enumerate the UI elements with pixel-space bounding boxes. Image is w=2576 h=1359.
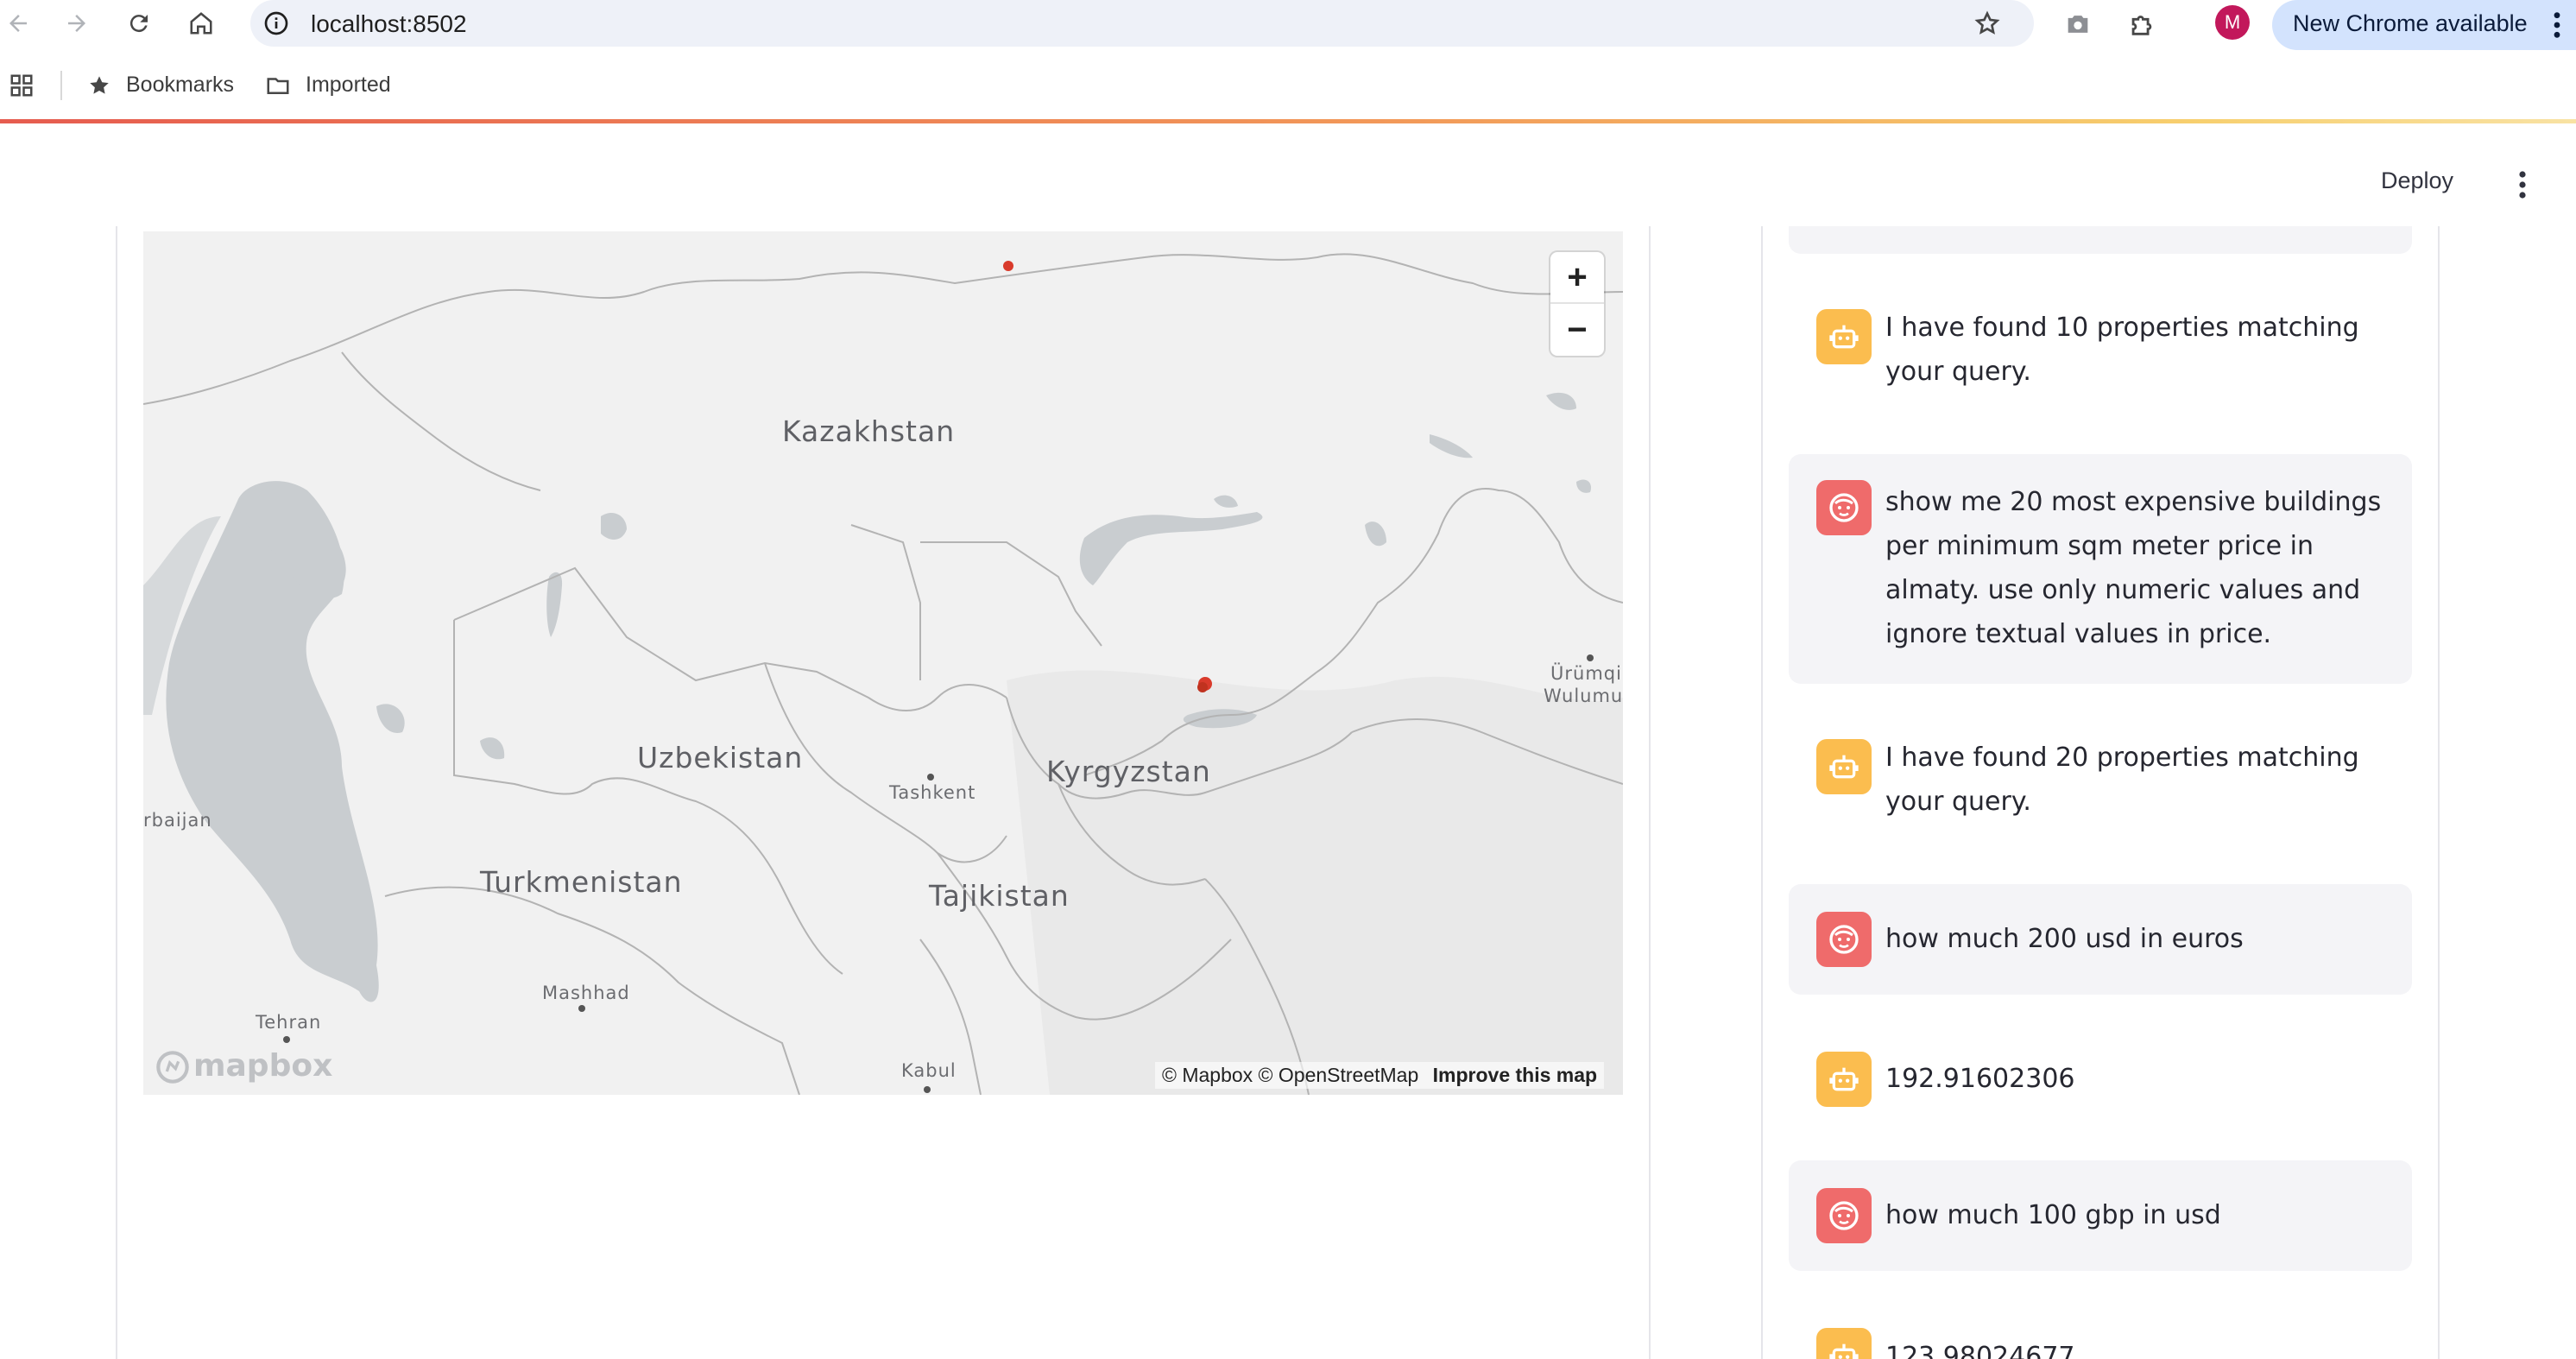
mapbox-logo[interactable]: mapbox xyxy=(155,1048,332,1084)
map-label-uzbekistan: Uzbekistan xyxy=(637,741,804,774)
deploy-button[interactable]: Deploy xyxy=(2381,168,2453,194)
city-dot xyxy=(924,1086,931,1093)
browser-toolbar: localhost:8502 M New Chrome available xyxy=(0,0,2576,50)
bot-avatar xyxy=(1816,309,1872,364)
mapbox-logo-text: mapbox xyxy=(193,1048,333,1084)
message-text: how much 100 gbp in usd xyxy=(1885,1200,2221,1230)
profile-avatar[interactable]: M xyxy=(2215,5,2250,40)
star-icon xyxy=(90,76,109,94)
bookmark-item-bookmarks[interactable]: Bookmarks xyxy=(86,66,242,105)
extensions-icon[interactable] xyxy=(2127,9,2156,39)
map-zoom-controls: + − xyxy=(1550,252,1604,356)
message-text: 192.91602306 xyxy=(1885,1064,2075,1094)
forward-button[interactable] xyxy=(60,7,93,40)
chat-message-partial xyxy=(1789,226,2412,254)
user-avatar xyxy=(1816,1188,1872,1243)
bookmark-item-imported[interactable]: Imported xyxy=(264,66,411,105)
bookmarks-bar: Bookmarks Imported xyxy=(0,66,2576,105)
bot-avatar xyxy=(1816,1052,1872,1107)
map-label-kazakhstan: Kazakhstan xyxy=(782,414,956,448)
new-chrome-available-chip[interactable]: New Chrome available xyxy=(2272,0,2576,50)
face-icon xyxy=(1829,925,1859,954)
robot-icon xyxy=(1829,325,1859,349)
message-text: how much 200 usd in euros xyxy=(1885,924,2244,954)
map-label-urumqi: Ürümqi, xyxy=(1550,663,1623,684)
map-label-turkmenistan: Turkmenistan xyxy=(480,865,683,899)
mapbox-logo-icon xyxy=(156,1051,189,1084)
property-marker[interactable] xyxy=(1003,261,1013,271)
user-avatar xyxy=(1816,912,1872,967)
arrow-left-icon xyxy=(9,15,27,32)
robot-icon xyxy=(1829,1067,1859,1091)
bot-avatar xyxy=(1816,739,1872,794)
city-dot xyxy=(1587,654,1594,661)
apps-grid-icon[interactable] xyxy=(9,73,35,98)
chat-message-assistant: I have found 20 properties matching your… xyxy=(1789,727,2412,834)
user-avatar xyxy=(1816,480,1872,535)
attribution-text[interactable]: © Mapbox © OpenStreetMap xyxy=(1162,1064,1418,1086)
address-bar[interactable]: localhost:8502 xyxy=(250,0,2034,47)
main-menu-icon[interactable] xyxy=(2512,169,2533,200)
arrow-right-icon xyxy=(68,15,85,32)
map-attribution: © Mapbox © OpenStreetMap Improve this ma… xyxy=(1155,1062,1605,1089)
map-label-tashkent: Tashkent xyxy=(889,782,976,803)
improve-map-link[interactable]: Improve this map xyxy=(1433,1064,1597,1086)
map-label-kabul: Kabul xyxy=(901,1060,957,1081)
face-icon xyxy=(1829,493,1859,522)
folder-icon xyxy=(267,78,289,94)
map-base-layer xyxy=(143,231,1623,1095)
chat-message-assistant: 123.98024677 xyxy=(1789,1324,2412,1359)
zoom-out-button[interactable]: − xyxy=(1550,304,1604,356)
home-icon xyxy=(190,12,212,35)
reload-button[interactable] xyxy=(123,7,155,40)
map-label-tajikistan: Tajikistan xyxy=(929,879,1070,913)
map-label-kyrgyzstan: Kyrgyzstan xyxy=(1046,755,1211,788)
property-marker[interactable] xyxy=(1197,682,1208,692)
chat-message-user: show me 20 most expensive buildings per … xyxy=(1789,454,2412,684)
message-text: I have found 20 properties matching your… xyxy=(1885,743,2359,817)
map-label-mashhad: Mashhad xyxy=(542,983,630,1003)
map-label-tehran: Tehran xyxy=(256,1012,322,1033)
message-text: 123.98024677 xyxy=(1885,1342,2075,1359)
url-text[interactable]: localhost:8502 xyxy=(311,10,467,38)
chat-message-user: how much 200 usd in euros xyxy=(1789,884,2412,995)
zoom-in-button[interactable]: + xyxy=(1550,252,1604,304)
robot-icon xyxy=(1829,1343,1859,1359)
city-dot xyxy=(927,774,934,781)
bookmark-label: Imported xyxy=(306,73,391,97)
home-button[interactable] xyxy=(185,7,218,40)
chat-message-user: how much 100 gbp in usd xyxy=(1789,1160,2412,1271)
map-view[interactable]: Kazakhstan Uzbekistan Kyrgyzstan Turkmen… xyxy=(143,231,1623,1095)
update-chip-label: New Chrome available xyxy=(2293,10,2528,36)
message-text: I have found 10 properties matching your… xyxy=(1885,313,2359,387)
app-top-decoration xyxy=(0,119,2576,123)
star-icon[interactable] xyxy=(1973,9,2001,37)
bot-avatar xyxy=(1816,1328,1872,1359)
back-button[interactable] xyxy=(2,7,35,40)
robot-icon xyxy=(1829,755,1859,779)
city-dot xyxy=(578,1005,585,1012)
bookmarks-divider xyxy=(60,71,62,100)
bookmark-label: Bookmarks xyxy=(126,73,235,97)
reload-icon xyxy=(129,15,148,33)
info-icon[interactable] xyxy=(262,9,290,37)
camera-icon[interactable] xyxy=(2063,9,2093,39)
more-vert-icon[interactable] xyxy=(2547,10,2567,40)
map-label-wulumuqi: Wulumuqi xyxy=(1544,686,1623,706)
message-text: show me 20 most expensive buildings per … xyxy=(1885,487,2382,649)
city-dot xyxy=(283,1036,290,1043)
map-label-azerbaijan-partial: rbaijan xyxy=(143,810,212,831)
face-icon xyxy=(1829,1201,1859,1230)
chat-message-assistant: 192.91602306 xyxy=(1789,1048,2412,1110)
chat-message-assistant: I have found 10 properties matching your… xyxy=(1789,297,2412,404)
